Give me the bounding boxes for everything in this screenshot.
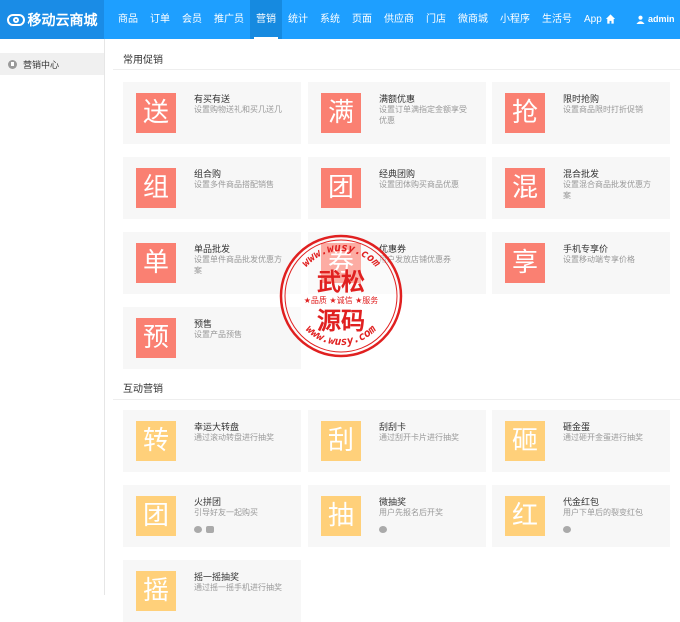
sidebar-item-label: 营销中心 [23,59,60,70]
wechat-icon [194,526,202,533]
promotion-card[interactable]: 混混合批发 设置混合商品批发优惠方案 [492,157,670,219]
nav-item[interactable]: 供应商 [378,0,420,39]
card-channel-tags [379,526,387,533]
promotion-card[interactable]: 红代金红包 用户下单后的裂变红包 [492,485,670,547]
promotion-glyph-icon: 团 [136,496,176,536]
wechat-icon [379,526,387,533]
promotion-card[interactable]: 享手机专享价 设置移动端专享价格 [492,232,670,294]
watermark-text: ★品质 ★诚信 ★服务 [304,295,379,305]
card-description: 设置产品预售 [194,330,242,339]
card-description: 设置团体购买商品优惠 [379,180,459,189]
cloud-logo-icon [6,13,25,26]
nav-item[interactable]: 商品 [112,0,144,39]
promotion-card[interactable]: 转幸运大转盘 通过滚动转盘进行抽奖 [123,410,301,472]
section-divider [113,69,680,70]
promotion-card[interactable]: 抢限时抢购 设置商品限时打折促销 [492,82,670,144]
promotion-glyph-icon: 单 [136,243,176,283]
promotion-glyph-icon: 砸 [505,421,545,461]
card-description: 通过刮开卡片进行抽奖 [379,433,459,442]
user-menu[interactable]: admin [636,0,675,39]
card-description: 通过砸开金蛋进行抽奖 [563,433,643,442]
wechat-icon [563,526,571,533]
brand-name: 移动云商城 [27,11,98,28]
card-channel-tags [563,526,571,533]
promotion-card[interactable]: 抽微抽奖 用户先报名后开奖 [308,485,486,547]
promotion-glyph-icon: 转 [136,421,176,461]
promotion-glyph-icon: 团 [321,168,361,208]
promotion-card[interactable]: 预预售 设置产品预售 [123,307,301,369]
card-description: 用户先报名后开奖 [379,508,443,517]
brand-logo[interactable]: 移动云商城 [0,0,104,39]
nav-item[interactable]: 系统 [314,0,346,39]
main-nav: 商品 订单 会员 推广员 营销 统计 系统 页面 供应商 门店 微商城 小程序 生活号 App [112,0,608,39]
promotion-card[interactable]: 砸砸金蛋 通过砸开金蛋进行抽奖 [492,410,670,472]
card-description: 通过滚动转盘进行抽奖 [194,433,274,442]
watermark-text: 源码 [317,306,365,335]
home-icon[interactable] [605,13,616,25]
promotion-glyph-icon: 预 [136,318,176,358]
sidebar-item-marketing-center[interactable]: 营销中心 [0,53,104,75]
nav-item[interactable]: App [578,0,608,39]
card-description: 通过摇一摇手机进行抽奖 [194,583,282,592]
promotion-card[interactable]: 满满额优惠 设置订单满指定金额享受优惠 [308,82,486,144]
nav-item[interactable]: 营销 [250,0,282,39]
promotion-glyph-icon: 抢 [505,93,545,133]
username: admin [648,14,675,24]
promotion-glyph-icon: 刮 [321,421,361,461]
card-description: 设置多件商品搭配销售 [194,180,274,189]
card-description: 设置移动端专享价格 [563,255,635,264]
card-description: 设置单件商品批发优惠方案 [194,255,282,275]
promotion-card[interactable]: 组组合购 设置多件商品搭配销售 [123,157,301,219]
promotion-glyph-icon: 抽 [321,496,361,536]
promotion-glyph-icon: 混 [505,168,545,208]
nav-item[interactable]: 小程序 [494,0,536,39]
card-description: 设置混合商品批发优惠方案 [563,180,651,200]
user-icon [636,15,645,24]
card-description: 设置订单满指定金额享受优惠 [379,105,467,125]
card-description: 设置商品限时打折促销 [563,105,643,114]
promotion-card[interactable]: 摇摇一摇抽奖 通过摇一摇手机进行抽奖 [123,560,301,622]
nav-item[interactable]: 门店 [420,0,452,39]
card-channel-tags [194,526,214,533]
promotion-card[interactable]: 单单品批发 设置单件商品批发优惠方案 [123,232,301,294]
image-icon [206,526,214,533]
top-navigation-bar: 移动云商城 商品 订单 会员 推广员 营销 统计 系统 页面 供应商 门店 微商城 小程序 生活号 App… [0,0,680,39]
promotion-card[interactable]: 团火拼团 引导好友一起购买 [123,485,301,547]
promotion-glyph-icon: 满 [321,93,361,133]
promotion-glyph-icon: 享 [505,243,545,283]
watermark-seal: www.wusy.com www.wusy.com 武松 ★品质 ★诚信 ★服务… [279,234,403,358]
sidebar: 营销中心 [0,39,105,595]
card-description: 用户下单后的裂变红包 [563,508,643,517]
nav-item[interactable]: 会员 [176,0,208,39]
promotion-card[interactable]: 送有买有送 设置购物送礼和买几送几 [123,82,301,144]
nav-item[interactable]: 生活号 [536,0,578,39]
nav-item[interactable]: 统计 [282,0,314,39]
nav-item[interactable]: 推广员 [208,0,250,39]
section-title: 常用促销 [123,55,163,66]
nav-item[interactable]: 订单 [144,0,176,39]
section-divider [113,399,680,400]
nav-item[interactable]: 页面 [346,0,378,39]
promotion-card[interactable]: 团经典团购 设置团体购买商品优惠 [308,157,486,219]
promotion-card[interactable]: 刮刮刮卡 通过刮开卡片进行抽奖 [308,410,486,472]
card-description: 设置购物送礼和买几送几 [194,105,282,114]
section-title: 互动营销 [123,384,163,395]
watermark-text: 武松 [317,267,365,296]
marketing-icon [8,59,17,69]
card-description: 引导好友一起购买 [194,508,258,517]
nav-item[interactable]: 微商城 [452,0,494,39]
promotion-glyph-icon: 送 [136,93,176,133]
promotion-glyph-icon: 摇 [136,571,176,611]
promotion-glyph-icon: 组 [136,168,176,208]
promotion-glyph-icon: 红 [505,496,545,536]
